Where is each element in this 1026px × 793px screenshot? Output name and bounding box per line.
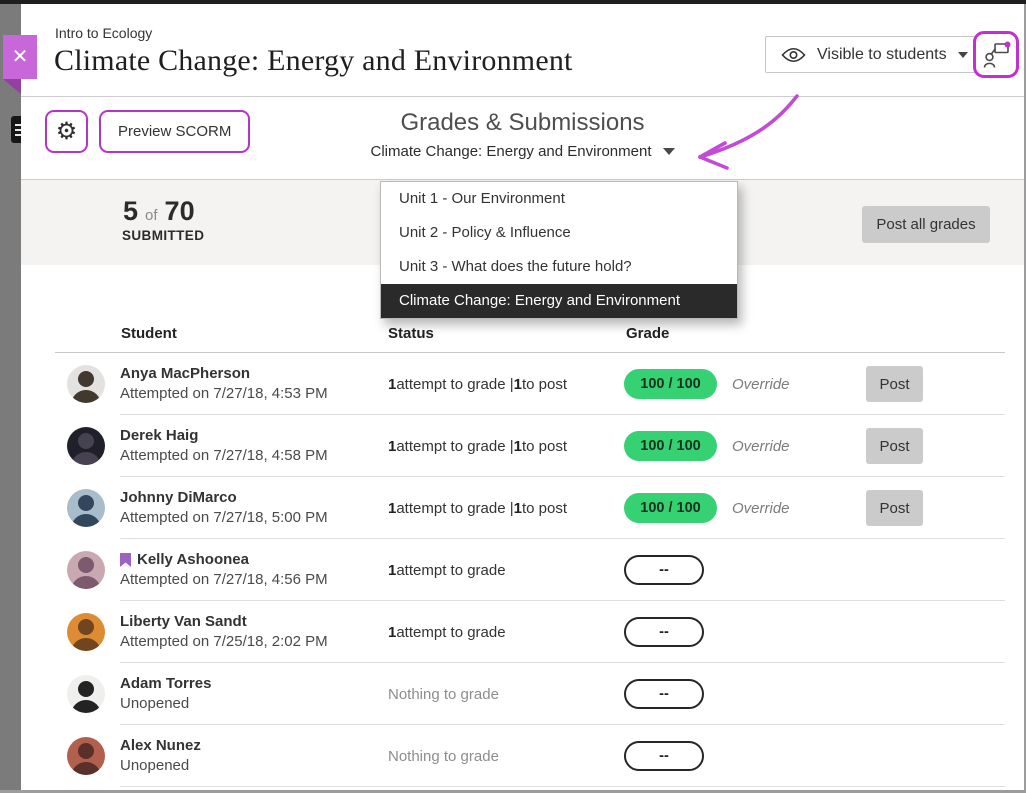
attempt-detail: Attempted on 7/27/18, 4:56 PM	[120, 570, 328, 590]
student-name[interactable]: Alex Nunez	[120, 737, 201, 754]
visibility-dropdown-button[interactable]: Visible to students	[765, 36, 984, 73]
attempt-detail: Attempted on 7/27/18, 4:58 PM	[120, 446, 328, 466]
table-row: Alex Nunez Unopened Nothing to grade --	[21, 725, 1024, 787]
dropdown-menu-item[interactable]: Unit 2 - Policy & Influence	[381, 216, 737, 250]
student-identity: Derek Haig Attempted on 7/27/18, 4:58 PM	[120, 426, 328, 466]
avatar	[67, 427, 105, 465]
post-button[interactable]: Post	[866, 490, 923, 526]
avatar	[67, 551, 105, 589]
student-name[interactable]: Anya MacPherson	[120, 365, 250, 382]
override-label: Override	[732, 438, 790, 455]
attempt-detail: Attempted on 7/25/18, 2:02 PM	[120, 632, 328, 652]
close-button[interactable]: ✕	[3, 35, 37, 79]
student-name[interactable]: Johnny DiMarco	[120, 489, 237, 506]
attempt-detail: Unopened	[120, 756, 201, 776]
student-identity: Alex Nunez Unopened	[120, 736, 201, 776]
status-cell: Nothing to grade	[388, 725, 499, 787]
avatar	[67, 675, 105, 713]
content-selector-value: Climate Change: Energy and Environment	[371, 143, 652, 160]
column-header-grade: Grade	[626, 325, 669, 342]
student-name[interactable]: Adam Torres	[120, 675, 211, 692]
raise-hand-notification-icon	[981, 39, 1012, 70]
column-header-student: Student	[121, 325, 177, 342]
post-button[interactable]: Post	[866, 366, 923, 402]
avatar	[67, 489, 105, 527]
content-selector[interactable]: Climate Change: Energy and Environment	[21, 143, 1024, 160]
status-cell: 1 attempt to grade | 1 to post	[388, 477, 567, 539]
dropdown-menu-item[interactable]: Unit 1 - Our Environment	[381, 182, 737, 216]
grade-pill[interactable]: --	[624, 741, 704, 771]
submitted-count: 5 of 70	[123, 196, 195, 227]
grade-cell: --	[624, 725, 704, 787]
submitted-caption: SUBMITTED	[122, 228, 204, 243]
student-identity: Adam Torres Unopened	[120, 674, 211, 714]
visibility-label: Visible to students	[817, 46, 947, 64]
avatar	[67, 365, 105, 403]
content-dropdown-menu: Unit 1 - Our EnvironmentUnit 2 - Policy …	[380, 181, 738, 319]
app-window: ✕ Intro to Ecology Climate Change: Energ…	[0, 0, 1026, 793]
of-label: of	[145, 207, 158, 224]
grade-cell: --	[624, 601, 704, 663]
flag-icon	[120, 553, 131, 567]
table-row: Derek Haig Attempted on 7/27/18, 4:58 PM…	[21, 415, 1024, 477]
student-identity: Kelly Ashoonea Attempted on 7/27/18, 4:5…	[120, 550, 328, 590]
override-label: Override	[732, 500, 790, 517]
grades-table: Student Status Grade Anya MacPherson Att…	[21, 265, 1024, 790]
attempt-detail: Attempted on 7/27/18, 5:00 PM	[120, 508, 328, 528]
submitted-number: 5	[123, 196, 138, 227]
table-row: Anya MacPherson Attempted on 7/27/18, 4:…	[21, 353, 1024, 415]
grade-pill[interactable]: 100 / 100	[624, 369, 717, 399]
close-icon: ✕	[12, 46, 29, 68]
table-row: Liberty Van Sandt Attempted on 7/25/18, …	[21, 601, 1024, 663]
student-name[interactable]: Liberty Van Sandt	[120, 613, 247, 630]
student-identity: Liberty Van Sandt Attempted on 7/25/18, …	[120, 612, 328, 652]
grade-pill[interactable]: --	[624, 679, 704, 709]
dropdown-menu-item[interactable]: Unit 3 - What does the future hold?	[381, 250, 737, 284]
column-header-status: Status	[388, 325, 434, 342]
page-header: Intro to Ecology Climate Change: Energy …	[21, 4, 1024, 97]
student-name[interactable]: Derek Haig	[120, 427, 198, 444]
dropdown-menu-item[interactable]: Climate Change: Energy and Environment	[381, 284, 737, 318]
table-row: Kelly Ashoonea Attempted on 7/27/18, 4:5…	[21, 539, 1024, 601]
grade-cell: --	[624, 539, 704, 601]
grade-cell: 100 / 100 Override	[624, 477, 790, 539]
grade-pill[interactable]: --	[624, 555, 704, 585]
avatar	[67, 737, 105, 775]
status-cell: 1 attempt to grade	[388, 539, 506, 601]
student-identity: Johnny DiMarco Attempted on 7/27/18, 5:0…	[120, 488, 328, 528]
grade-pill[interactable]: --	[624, 617, 704, 647]
status-cell: 1 attempt to grade	[388, 601, 506, 663]
course-name: Intro to Ecology	[55, 25, 152, 41]
eye-icon	[781, 47, 806, 63]
table-row: Adam Torres Unopened Nothing to grade --	[21, 663, 1024, 725]
student-identity: Anya MacPherson Attempted on 7/27/18, 4:…	[120, 364, 328, 404]
table-rows: Anya MacPherson Attempted on 7/27/18, 4:…	[21, 353, 1024, 787]
grade-pill[interactable]: 100 / 100	[624, 493, 717, 523]
page-title: Climate Change: Energy and Environment	[54, 44, 573, 78]
notifications-button[interactable]	[973, 31, 1019, 78]
attempt-detail: Attempted on 7/27/18, 4:53 PM	[120, 384, 328, 404]
override-label: Override	[732, 376, 790, 393]
grade-cell: 100 / 100 Override	[624, 353, 790, 415]
total-number: 70	[165, 196, 195, 227]
grade-pill[interactable]: 100 / 100	[624, 431, 717, 461]
grade-cell: 100 / 100 Override	[624, 415, 790, 477]
status-cell: 1 attempt to grade | 1 to post	[388, 353, 567, 415]
avatar	[67, 613, 105, 651]
scorm-toolbar: ⚙ Preview SCORM Grades & Submissions Cli…	[21, 97, 1024, 180]
post-button[interactable]: Post	[866, 428, 923, 464]
section-heading: Grades & Submissions	[21, 109, 1024, 137]
grade-cell: --	[624, 663, 704, 725]
student-name[interactable]: Kelly Ashoonea	[137, 551, 249, 568]
chevron-down-icon	[663, 148, 675, 155]
table-row: Johnny DiMarco Attempted on 7/27/18, 5:0…	[21, 477, 1024, 539]
status-cell: 1 attempt to grade | 1 to post	[388, 415, 567, 477]
attempt-detail: Unopened	[120, 694, 211, 714]
status-cell: Nothing to grade	[388, 663, 499, 725]
window-frame-top	[0, 0, 1026, 4]
post-all-grades-button[interactable]: Post all grades	[862, 206, 990, 243]
chevron-down-icon	[958, 52, 968, 58]
